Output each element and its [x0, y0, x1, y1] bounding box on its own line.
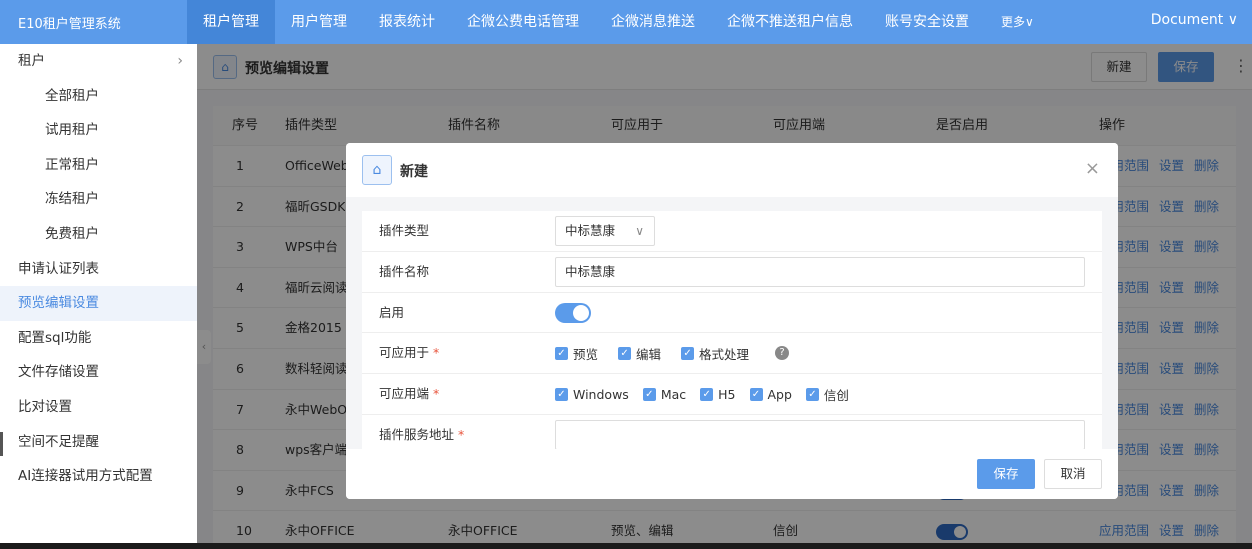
sidebar-item-preview-edit[interactable]: 预览编辑设置 [0, 286, 197, 321]
client-label-text: 可应用端 [379, 386, 430, 402]
dialog-title: 新建 [400, 164, 428, 180]
form-row-enabled: 启用 [362, 293, 1102, 334]
home-icon: ⌂ [362, 155, 392, 185]
checkbox-checked-icon: ✓ [681, 346, 695, 360]
checkbox-label: 信创 [823, 387, 849, 403]
enabled-label: 启用 [379, 304, 405, 320]
plugin-type-label: 插件类型 [379, 223, 430, 238]
sidebar: 租户 › 全部租户 试用租户 正常租户 冻结租户 免费租户 申请认证列表 预览编… [0, 44, 197, 543]
apply-preview-checkbox[interactable]: ✓ 预览 [555, 344, 598, 363]
nav-report-stats[interactable]: 报表统计 [363, 0, 451, 44]
top-navbar: E10租户管理系统 租户管理 用户管理 报表统计 企微公费电话管理 企微消息推送… [0, 0, 1252, 44]
checkbox-checked-icon: ✓ [555, 387, 568, 401]
form-row-client: 可应用端 * ✓ Windows ✓ Mac ✓ H5 ✓ App ✓ 信创 [362, 374, 1102, 415]
main-nav: 租户管理 用户管理 报表统计 企微公费电话管理 企微消息推送 企微不推送租户信息… [187, 0, 1050, 44]
checkbox-label: 格式处理 [699, 346, 750, 362]
nav-user-management[interactable]: 用户管理 [275, 0, 363, 44]
service-url-label-text: 插件服务地址 [379, 427, 455, 442]
plugin-name-label: 插件名称 [379, 263, 430, 279]
service-url-label: 插件服务地址 * [379, 415, 464, 449]
app-title: E10租户管理系统 [18, 16, 121, 32]
client-checkbox-group: ✓ Windows ✓ Mac ✓ H5 ✓ App ✓ 信创 [555, 374, 863, 414]
apply-edit-checkbox[interactable]: ✓ 编辑 [618, 344, 661, 363]
checkbox-checked-icon: ✓ [642, 387, 656, 401]
sidebar-item-compare[interactable]: 比对设置 [0, 390, 197, 425]
checkbox-label: Mac [660, 386, 687, 402]
apply-label-text: 可应用于 [379, 345, 430, 361]
sidebar-item-trial-tenants[interactable]: 试用租户 [0, 113, 197, 148]
apply-label: 可应用于 * [379, 333, 439, 373]
checkbox-checked-icon: ✓ [805, 387, 819, 401]
client-h5-checkbox[interactable]: ✓ H5 [700, 386, 736, 402]
sidebar-item-space-alert[interactable]: 空间不足提醒 [0, 425, 197, 460]
checkbox-label: 编辑 [636, 346, 662, 362]
required-mark: * [433, 386, 440, 402]
form-row-plugin-name: 插件名称 中标慧康 [362, 252, 1102, 293]
checkbox-checked-icon: ✓ [618, 346, 632, 360]
sidebar-item-cert-list[interactable]: 申请认证列表 [0, 252, 197, 287]
checkbox-checked-icon: ✓ [700, 387, 714, 401]
checkbox-label: App [767, 386, 792, 402]
sidebar-item-file-storage[interactable]: 文件存储设置 [0, 355, 197, 390]
dialog-header: ⌂ 新建 × [346, 143, 1118, 197]
new-plugin-dialog: ⌂ 新建 × 插件类型 中标慧康 ∨ 插件名称 中标慧康 启用 可应用于 * ✓ 预… [346, 143, 1118, 499]
apply-checkbox-group: ✓ 预览 ✓ 编辑 ✓ 格式处理 ? [555, 333, 790, 373]
plugin-type-select[interactable]: 中标慧康 ∨ [555, 216, 655, 246]
client-label: 可应用端 * [379, 374, 439, 414]
nav-tenant-management[interactable]: 租户管理 [187, 0, 275, 44]
sidebar-item-ai-connector[interactable]: AI连接器试用方式配置 [0, 459, 197, 494]
nav-wecom-phone[interactable]: 企微公费电话管理 [451, 0, 595, 44]
required-mark: * [458, 427, 465, 442]
sidebar-item-frozen-tenants[interactable]: 冻结租户 [0, 182, 197, 217]
enabled-toggle[interactable] [555, 302, 591, 323]
client-xinchuang-checkbox[interactable]: ✓ 信创 [805, 385, 849, 404]
apply-format-checkbox[interactable]: ✓ 格式处理 [681, 344, 749, 363]
checkbox-checked-icon: ✓ [749, 387, 763, 401]
checkbox-checked-icon: ✓ [555, 346, 568, 360]
dialog-footer: 保存 取消 [346, 449, 1118, 499]
client-app-checkbox[interactable]: ✓ App [749, 386, 792, 402]
form-row-apply: 可应用于 * ✓ 预览 ✓ 编辑 ✓ 格式处理 ? [362, 333, 1102, 375]
client-mac-checkbox[interactable]: ✓ Mac [642, 386, 687, 402]
nav-wecom-nopush[interactable]: 企微不推送租户信息 [711, 0, 869, 44]
help-icon[interactable]: ? [775, 346, 790, 361]
plugin-type-value: 中标慧康 [565, 223, 616, 238]
sidebar-item-tenant[interactable]: 租户 › [0, 44, 197, 79]
nav-more[interactable]: 更多∨ [985, 0, 1050, 44]
form-row-plugin-type: 插件类型 中标慧康 ∨ [362, 211, 1102, 252]
sidebar-item-normal-tenants[interactable]: 正常租户 [0, 148, 197, 183]
client-windows-checkbox[interactable]: ✓ Windows [555, 387, 629, 402]
chevron-down-icon: ∨ [635, 224, 644, 238]
checkbox-label: H5 [718, 386, 736, 402]
plugin-name-input[interactable]: 中标慧康 [555, 256, 1085, 287]
service-url-input[interactable] [555, 420, 1085, 449]
dialog-save-button[interactable]: 保存 [977, 459, 1035, 489]
sidebar-item-all-tenants[interactable]: 全部租户 [0, 79, 197, 114]
checkbox-label: 预览 [573, 346, 599, 362]
sidebar-item-label: 租户 [18, 53, 45, 69]
dialog-cancel-button[interactable]: 取消 [1044, 459, 1102, 489]
close-icon[interactable]: × [1085, 159, 1100, 179]
user-menu[interactable]: Document ∨ [1151, 0, 1238, 44]
chevron-right-icon: › [177, 53, 183, 69]
sidebar-item-sql-config[interactable]: 配置sql功能 [0, 321, 197, 356]
plugin-form: 插件类型 中标慧康 ∨ 插件名称 中标慧康 启用 可应用于 * ✓ 预览 ✓ 编辑 ✓… [362, 211, 1102, 449]
form-row-service-url: 插件服务地址 * [362, 415, 1102, 449]
required-mark: * [433, 345, 440, 361]
bottom-edge [0, 543, 1252, 549]
scroll-marker [0, 432, 3, 456]
checkbox-label: Windows [573, 386, 629, 402]
nav-account-security[interactable]: 账号安全设置 [869, 0, 985, 44]
nav-wecom-push[interactable]: 企微消息推送 [595, 0, 711, 44]
sidebar-item-free-tenants[interactable]: 免费租户 [0, 217, 197, 252]
